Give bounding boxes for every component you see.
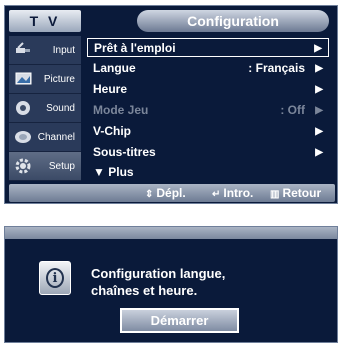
arrow-right-icon: ▶	[315, 126, 323, 137]
menu-item-label: Sous-titres	[93, 145, 156, 159]
menu-item-label: V-Chip	[93, 124, 131, 138]
sidebar-item-sound[interactable]: Sound	[9, 94, 81, 123]
menu-item-value: : Français	[248, 61, 305, 75]
gear-icon	[14, 157, 34, 175]
arrow-right-icon: ▶	[315, 105, 323, 116]
info-icon: i	[39, 261, 71, 295]
sidebar-item-label: Setup	[48, 161, 75, 172]
sidebar-item-picture[interactable]: Picture	[9, 65, 81, 94]
arrow-right-icon: ▶	[315, 63, 323, 74]
start-button-label: Démarrer	[150, 313, 209, 328]
speaker-icon	[14, 99, 34, 117]
arrow-right-icon: ▶	[315, 84, 323, 95]
input-plug-icon	[14, 41, 34, 59]
hint-move-label: Dépl.	[156, 186, 186, 200]
message-line-2: chaînes et heure.	[91, 283, 198, 298]
menu-item-mode-jeu: Mode Jeu : Off ▶	[87, 101, 329, 120]
menu-item-plus-label: ▼ Plus	[93, 163, 134, 182]
arrow-right-icon: ▶	[314, 43, 322, 54]
hint-back: ▥ Retour	[270, 186, 321, 202]
sidebar-item-input[interactable]: Input	[9, 36, 81, 65]
menu-item-label: Mode Jeu	[93, 103, 149, 117]
sidebar-item-setup[interactable]: Setup	[9, 152, 81, 181]
menu-item-heure[interactable]: Heure ▶	[87, 80, 329, 99]
hint-enter-label: Intro.	[223, 186, 254, 200]
tv-tab[interactable]: T V	[9, 10, 81, 32]
sidebar-item-label: Picture	[43, 74, 75, 85]
info-icon-glyph: i	[46, 268, 64, 288]
picture-icon	[14, 70, 34, 88]
menu-item-value: : Off	[280, 103, 305, 117]
message-dialog: i Configuration langue, chaînes et heure…	[4, 226, 338, 343]
move-arrows-icon: ⇕	[145, 189, 154, 200]
sidebar-item-label: Input	[52, 45, 75, 56]
menu-item-langue[interactable]: Langue : Français ▶	[87, 59, 329, 78]
sidebar: Input Picture Sound Channel Setup	[9, 36, 81, 181]
enter-icon: ↵	[212, 189, 221, 200]
sidebar-item-label: Channel	[37, 132, 75, 143]
sidebar-item-channel[interactable]: Channel	[9, 123, 81, 152]
menu-item-label: Prêt à l'emploi	[94, 41, 176, 55]
menu-item-label: Heure	[93, 82, 128, 96]
menu-item-label: Plus	[108, 165, 134, 179]
hint-back-label: Retour	[282, 186, 322, 200]
menu-item-pret-a-l-emploi[interactable]: Prêt à l'emploi ▶	[87, 38, 329, 57]
menu-item-v-chip[interactable]: V-Chip ▶	[87, 122, 329, 141]
help-bar: ⇕ Dépl. ↵ Intro. ▥ Retour	[9, 184, 335, 202]
menu-item-label: Langue	[93, 61, 136, 75]
start-button[interactable]: Démarrer	[120, 308, 239, 333]
sidebar-item-label: Sound	[46, 103, 75, 114]
arrow-right-icon: ▶	[315, 147, 323, 158]
menu-title: Configuration	[137, 10, 329, 32]
return-icon: ▥	[270, 189, 280, 200]
menu-item-sous-titres[interactable]: Sous-titres ▶	[87, 143, 329, 162]
arrow-down-icon: ▼	[93, 165, 105, 179]
dialog-title-strip	[5, 227, 337, 239]
hint-move: ⇕ Dépl.	[145, 186, 186, 202]
message-line-1: Configuration langue,	[91, 266, 226, 281]
satellite-dish-icon	[14, 128, 34, 146]
hint-enter: ↵ Intro.	[212, 186, 253, 202]
menu-item-plus[interactable]: ▼ Plus	[87, 163, 329, 182]
tv-menu-panel: T V Configuration Input Picture Sound Ch…	[4, 5, 338, 204]
message-text: Configuration langue, chaînes et heure.	[91, 265, 331, 299]
